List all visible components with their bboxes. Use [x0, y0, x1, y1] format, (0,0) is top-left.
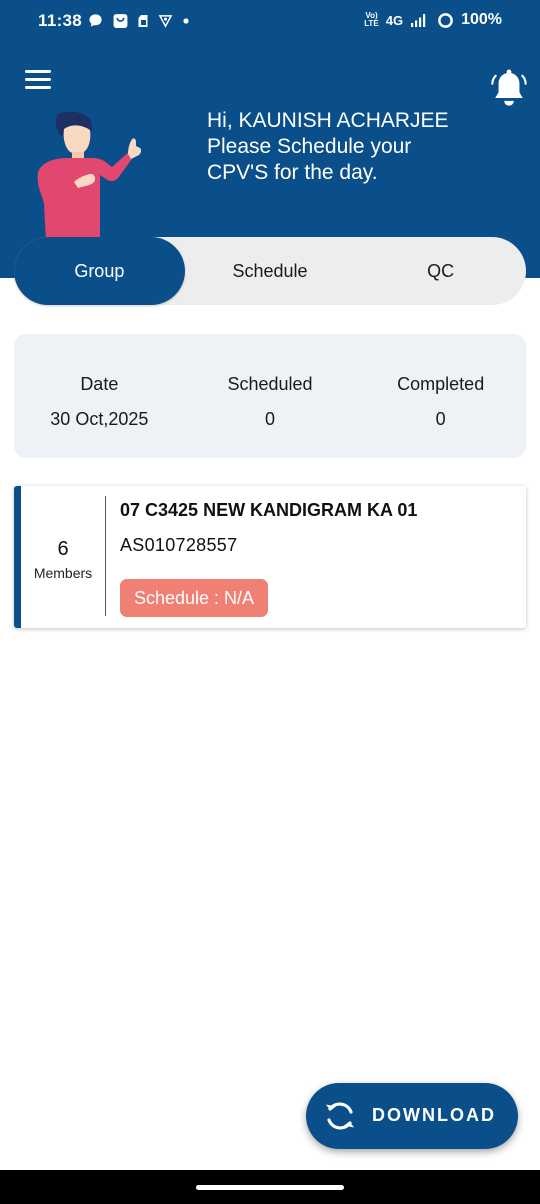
summary-date-value: 30 Oct,2025: [50, 409, 149, 429]
card-divider: [105, 496, 106, 616]
greeting-line: CPV'S for the day.: [207, 161, 378, 184]
battery-percent: 100%: [461, 11, 502, 28]
sim-card-icon: [138, 14, 148, 27]
network-type: 4G: [385, 12, 404, 28]
members-box: 6 Members: [21, 538, 105, 581]
battery-ring-icon: [438, 12, 453, 28]
status-right: Vo) LTE 4G 100%: [364, 11, 502, 29]
members-label: Members: [33, 565, 93, 581]
greeting-name: Hi, KAUNISH ACHARJEE: [207, 109, 449, 132]
greeting-line: Please Schedule your: [207, 135, 412, 158]
summary-date-label: Date: [80, 374, 119, 394]
signal-icon: [411, 13, 426, 27]
summary-completed: Completed 0: [355, 334, 526, 458]
download-label: DOWNLOAD: [372, 1105, 496, 1125]
bell-icon[interactable]: [490, 68, 528, 110]
hamburger-menu-icon[interactable]: [25, 70, 53, 94]
summary-completed-value: 0: [435, 409, 446, 429]
tab-group[interactable]: Group: [14, 237, 185, 305]
summary-scheduled-label: Scheduled: [227, 374, 313, 394]
tab-schedule[interactable]: Schedule: [185, 237, 356, 305]
system-nav-bar: [0, 1170, 540, 1204]
volte-icon: Vo) LTE: [364, 11, 379, 28]
members-count: 6: [57, 538, 69, 560]
tab-bar: Group Schedule QC: [14, 237, 526, 305]
chat-bubble-icon: [89, 14, 102, 27]
summary-completed-label: Completed: [397, 374, 485, 394]
group-name: 07 C3425 NEW KANDIGRAM KA 01: [120, 500, 418, 520]
home-gesture-handle[interactable]: [196, 1185, 344, 1190]
summary-scheduled-value: 0: [265, 409, 276, 429]
summary-card: Date 30 Oct,2025 Scheduled 0 Completed 0: [14, 334, 526, 458]
shopping-bag-icon: [113, 14, 128, 28]
tab-qc[interactable]: QC: [355, 237, 526, 305]
dot-icon: [183, 17, 189, 24]
sync-icon: [326, 1102, 354, 1130]
download-button[interactable]: DOWNLOAD: [306, 1083, 518, 1149]
vpn-shield-icon: [158, 15, 173, 28]
greeting-text: Hi, KAUNISH ACHARJEE Please Schedule you…: [207, 108, 527, 186]
summary-date: Date 30 Oct,2025: [14, 334, 185, 458]
status-bar: 11:38 Vo) LTE 4G 100%: [0, 0, 540, 44]
status-time: 11:38: [38, 11, 83, 30]
user-pointing-illustration: [37, 112, 142, 242]
summary-scheduled: Scheduled 0: [185, 334, 356, 458]
status-left-icons: [88, 12, 190, 29]
group-card[interactable]: 6 Members 07 C3425 NEW KANDIGRAM KA 01 A…: [14, 486, 526, 628]
group-code: AS010728557: [120, 535, 238, 555]
schedule-status-badge: Schedule : N/A: [120, 579, 269, 617]
